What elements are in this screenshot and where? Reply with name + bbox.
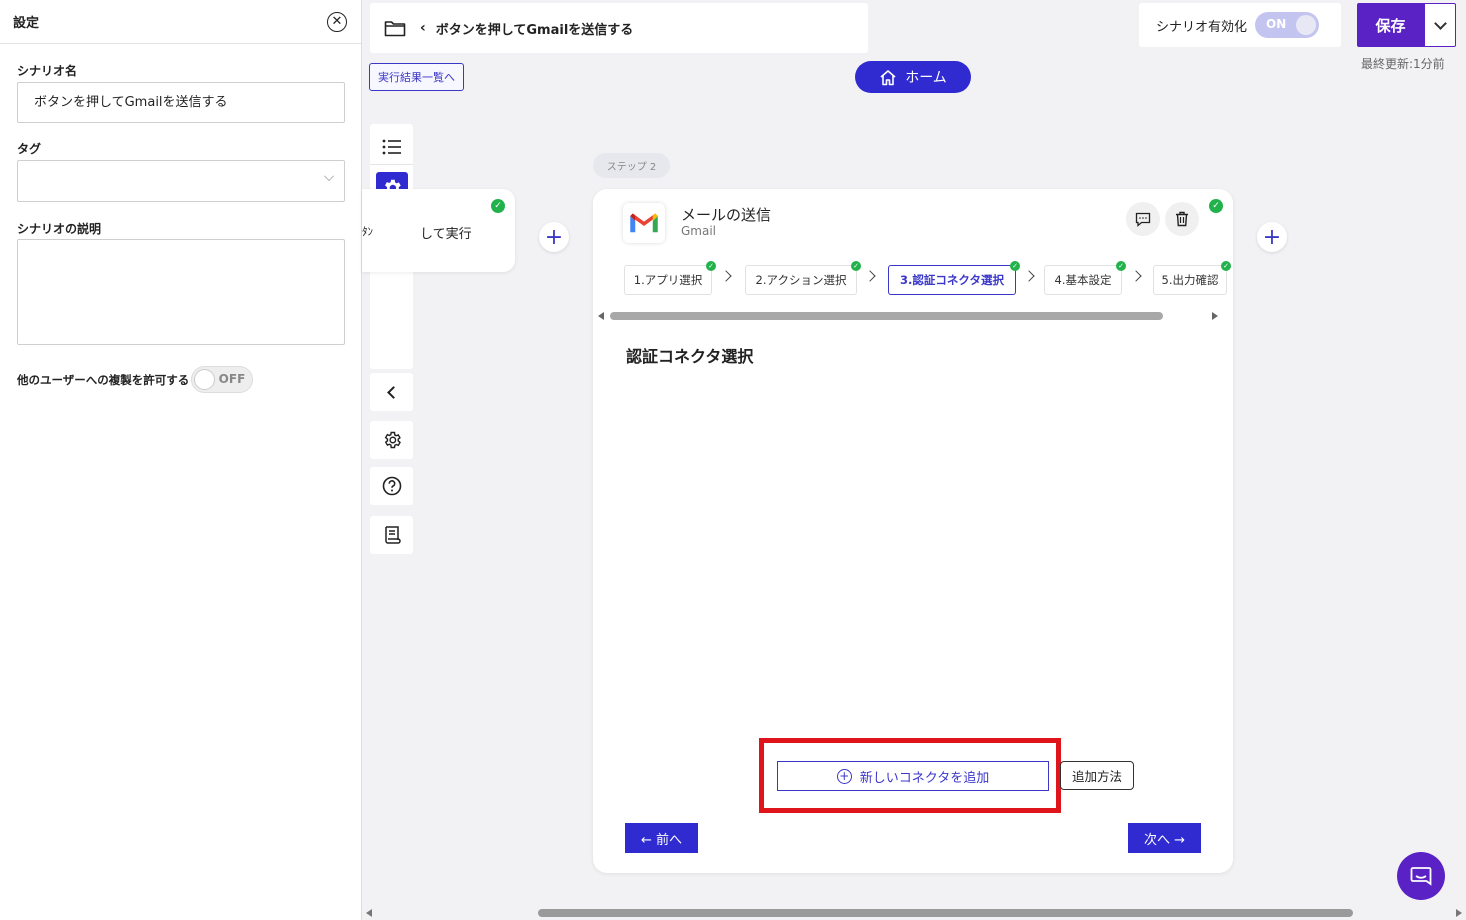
scrollbar-thumb[interactable] (610, 312, 1163, 320)
comment-button[interactable] (1126, 202, 1160, 236)
chat-icon (1410, 867, 1432, 886)
document-icon (384, 526, 401, 544)
enable-toggle[interactable]: ON (1255, 12, 1320, 38)
delete-button[interactable] (1165, 202, 1199, 236)
tab-basic-settings[interactable]: 4.基本設定 ✓ (1044, 261, 1126, 295)
check-icon: ✓ (491, 199, 505, 213)
save-button[interactable]: 保存 (1357, 3, 1424, 47)
check-icon: ✓ (1209, 199, 1223, 213)
check-icon: ✓ (1116, 261, 1126, 271)
trash-icon (1176, 211, 1188, 227)
tab-label: 3.認証コネクタ選択 (900, 273, 1004, 287)
canvas-scrollbar[interactable] (366, 907, 1462, 919)
scenario-name-label: シナリオ名 (17, 64, 78, 78)
chat-support-button[interactable] (1397, 852, 1445, 900)
allow-copy-row: 他のユーザーへの複製を許可する OFF (17, 366, 254, 393)
tab-action-select[interactable]: 2.アクション選択 ✓ (745, 261, 861, 295)
step1-card[interactable]: ﾀﾝ して実行 ✓ (362, 189, 515, 272)
description-textarea[interactable] (17, 239, 345, 345)
check-icon: ✓ (851, 261, 861, 271)
settings-header: 設定 ✕ (0, 0, 361, 44)
allow-copy-toggle[interactable]: OFF (191, 366, 254, 393)
chevron-right-icon (864, 270, 876, 282)
chevron-down-icon (324, 171, 334, 181)
check-icon: ✓ (706, 261, 716, 271)
folder-icon[interactable] (384, 19, 406, 37)
chevron-right-icon (1130, 270, 1142, 282)
tab-label: 1.アプリ選択 (633, 273, 703, 287)
howto-button[interactable]: 追加方法 (1060, 761, 1134, 790)
comment-icon (1135, 212, 1151, 227)
scenario-enable-box: シナリオ有効化 ON (1139, 3, 1341, 47)
chevron-left-icon (387, 385, 400, 399)
help-icon (382, 476, 401, 496)
settings-title: 設定 (13, 16, 40, 31)
scroll-left-icon[interactable] (366, 909, 372, 917)
chevron-right-icon (1023, 270, 1035, 282)
scroll-right-icon[interactable] (1212, 312, 1218, 320)
home-icon (880, 69, 896, 85)
enable-label: シナリオ有効化 (1156, 19, 1248, 35)
scrollbar-thumb[interactable] (538, 909, 1353, 917)
scenario-header: ‹ ボタンを押してGmailを送信する (370, 3, 868, 53)
tab-connector-select[interactable]: 3.認証コネクタ選択 ✓ (888, 261, 1020, 295)
tab-output-check[interactable]: 5.出力確認 ✓ (1153, 261, 1231, 295)
toggle-knob (1296, 15, 1317, 35)
step-number-chip: ステップ 2 (593, 153, 670, 178)
help-button[interactable] (370, 467, 413, 505)
scroll-right-icon[interactable] (1456, 909, 1462, 917)
tag-select[interactable] (17, 160, 345, 202)
save-menu-button[interactable] (1424, 3, 1456, 47)
tabs-scrollbar[interactable] (598, 311, 1218, 321)
allow-copy-label: 他のユーザーへの複製を許可する (17, 372, 190, 387)
toggle-knob (194, 369, 216, 390)
next-button[interactable]: 次へ → (1128, 823, 1201, 853)
log-button[interactable] (370, 516, 413, 554)
list-icon[interactable] (370, 132, 413, 162)
chevron-right-icon (720, 270, 732, 282)
scroll-left-icon[interactable] (598, 312, 604, 320)
scenario-title: ボタンを押してGmailを送信する (435, 22, 634, 38)
step-tabs: 1.アプリ選択 ✓ 2.アクション選択 ✓ 3.認証コネクタ選択 ✓ 4.基本設定 ✓ … (624, 261, 1231, 297)
tab-label: 5.出力確認 (1161, 273, 1219, 287)
section-title: 認証コネクタ選択 (626, 347, 754, 366)
add-step-button[interactable]: + (1257, 222, 1287, 252)
step1-clipped-text: ﾀﾝ (362, 225, 373, 238)
scenario-name-input[interactable]: ボタンを押してGmailを送信する (17, 82, 345, 123)
home-button[interactable]: ホーム (855, 61, 971, 93)
collapse-panel-button[interactable] (370, 373, 413, 411)
tag-label: タグ (17, 142, 42, 156)
add-step-button[interactable]: + (539, 222, 569, 252)
description-label: シナリオの説明 (17, 222, 102, 236)
settings-button[interactable] (370, 421, 413, 459)
results-list-link[interactable]: 実行結果一覧へ (369, 63, 464, 91)
close-icon[interactable]: ✕ (327, 11, 347, 32)
chevron-down-icon (1433, 16, 1447, 30)
tab-label: 4.基本設定 (1054, 273, 1112, 287)
home-label: ホーム (905, 70, 947, 86)
last-updated: 最終更新:1分前 (1361, 57, 1445, 71)
prev-button[interactable]: ← 前へ (625, 823, 698, 853)
tab-app-select[interactable]: 1.アプリ選択 ✓ (624, 261, 716, 295)
back-chevron-icon[interactable]: ‹ (420, 20, 426, 36)
step-title: メールの送信 (681, 206, 772, 224)
tab-label: 2.アクション選択 (755, 273, 847, 287)
highlight-annotation (759, 738, 1061, 813)
settings-panel: 設定 ✕ シナリオ名 ボタンを押してGmailを送信する タグ シナリオの説明 … (0, 0, 362, 920)
step-card: メールの送信 Gmail ✓ 1.アプリ選択 ✓ 2.アクション選択 ✓ 3.認証コ… (593, 189, 1233, 873)
check-icon: ✓ (1221, 261, 1231, 271)
check-icon: ✓ (1010, 261, 1020, 271)
enable-state: ON (1266, 17, 1287, 31)
gear-icon (384, 431, 401, 449)
step1-title: して実行 (420, 227, 472, 242)
allow-copy-state: OFF (218, 372, 246, 386)
step-app-name: Gmail (681, 224, 717, 238)
gmail-logo-icon (623, 203, 665, 243)
